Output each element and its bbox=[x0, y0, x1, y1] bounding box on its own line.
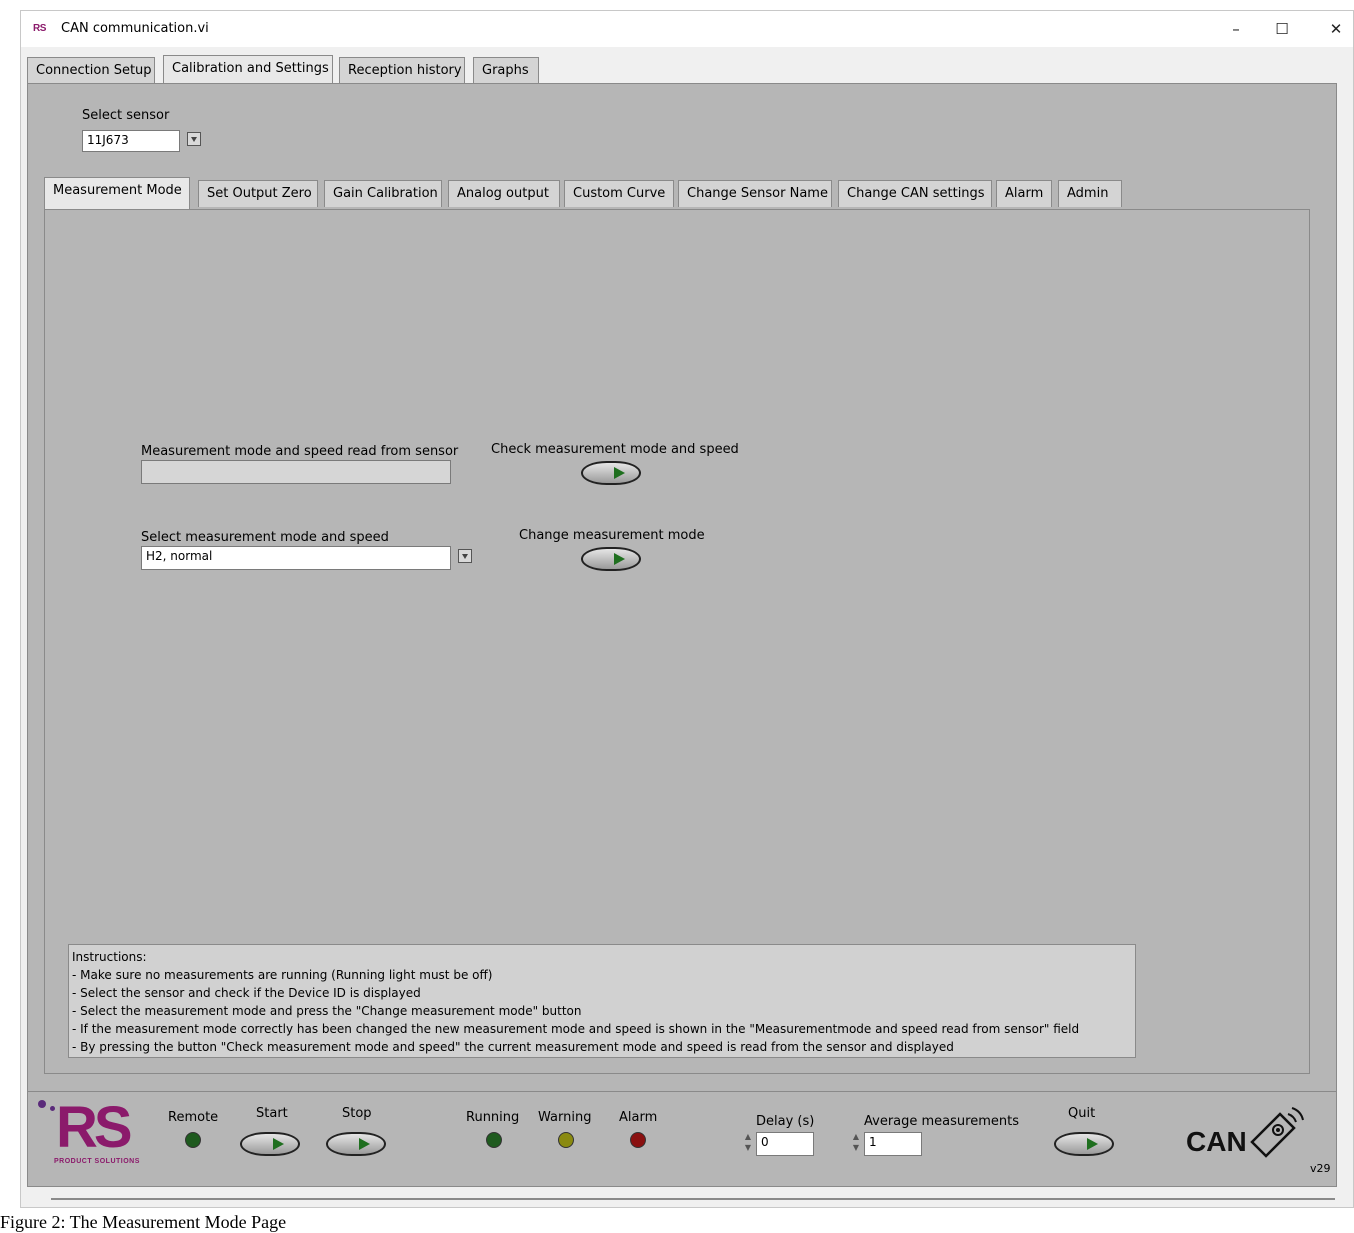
delay-label: Delay (s) bbox=[756, 1114, 815, 1129]
maximize-button[interactable]: ☐ bbox=[1267, 17, 1297, 41]
version-label: v29 bbox=[1310, 1162, 1331, 1175]
quit-label: Quit bbox=[1068, 1106, 1096, 1121]
down-arrow-icon[interactable]: ▼ bbox=[742, 1142, 754, 1153]
alarm-led bbox=[630, 1132, 646, 1148]
delay-spinner[interactable]: ▲ ▼ bbox=[742, 1131, 754, 1155]
app-icon: RS bbox=[33, 23, 46, 34]
window-title: CAN communication.vi bbox=[61, 21, 209, 36]
start-label: Start bbox=[256, 1106, 288, 1121]
instructions-line: - If the measurement mode correctly has … bbox=[72, 1022, 1080, 1036]
select-sensor-label: Select sensor bbox=[82, 108, 170, 123]
average-spinner[interactable]: ▲ ▼ bbox=[850, 1131, 862, 1155]
warning-label: Warning bbox=[538, 1110, 592, 1125]
close-button[interactable]: ✕ bbox=[1321, 17, 1351, 41]
running-led bbox=[486, 1132, 502, 1148]
play-icon bbox=[273, 1138, 284, 1150]
quit-button[interactable] bbox=[1054, 1132, 1114, 1156]
average-field[interactable]: 1 bbox=[864, 1132, 922, 1156]
mode-dropdown-arrow-icon[interactable] bbox=[458, 549, 472, 563]
instructions-box: Instructions: - Make sure no measurement… bbox=[68, 944, 1136, 1058]
bottom-control-panel: RS PRODUCT SOLUTIONS Remote Start Stop R… bbox=[27, 1091, 1337, 1187]
calibration-settings-panel: Select sensor 11J673 Measurement Mode Se… bbox=[27, 83, 1337, 1094]
tab-measurement-mode[interactable]: Measurement Mode bbox=[44, 177, 190, 209]
instructions-line: Instructions: bbox=[72, 950, 147, 964]
play-icon bbox=[359, 1138, 370, 1150]
instructions-line: - Select the measurement mode and press … bbox=[72, 1004, 582, 1018]
tab-change-sensor-name[interactable]: Change Sensor Name bbox=[678, 180, 832, 207]
can-wireless-icon bbox=[1250, 1107, 1304, 1158]
tab-connection-setup[interactable]: Connection Setup bbox=[27, 57, 155, 84]
tab-gain-calibration[interactable]: Gain Calibration bbox=[324, 180, 442, 207]
instructions-line: - Select the sensor and check if the Dev… bbox=[72, 986, 421, 1000]
warning-led bbox=[558, 1132, 574, 1148]
start-button[interactable] bbox=[240, 1132, 300, 1156]
logo-dot bbox=[38, 1100, 46, 1108]
change-mode-label: Change measurement mode bbox=[519, 528, 705, 543]
tab-change-can-settings[interactable]: Change CAN settings bbox=[838, 180, 992, 207]
sensor-dropdown-arrow-icon[interactable] bbox=[187, 132, 201, 146]
stop-button[interactable] bbox=[326, 1132, 386, 1156]
instructions-line: - By pressing the button "Check measurem… bbox=[72, 1040, 954, 1054]
tab-graphs[interactable]: Graphs bbox=[473, 57, 539, 84]
check-mode-label: Check measurement mode and speed bbox=[491, 442, 739, 457]
remote-label: Remote bbox=[168, 1110, 219, 1125]
change-mode-button[interactable] bbox=[581, 547, 641, 571]
stop-label: Stop bbox=[342, 1106, 372, 1121]
remote-led bbox=[185, 1132, 201, 1148]
logo-subtext: PRODUCT SOLUTIONS bbox=[54, 1158, 140, 1165]
play-icon bbox=[614, 467, 625, 479]
tab-reception-history[interactable]: Reception history bbox=[339, 57, 465, 84]
down-arrow-icon[interactable]: ▼ bbox=[850, 1142, 862, 1153]
app-window: RS CAN communication.vi – ☐ ✕ Connection… bbox=[20, 10, 1354, 1208]
running-label: Running bbox=[466, 1110, 520, 1125]
status-bar bbox=[51, 1198, 1335, 1200]
tab-alarm[interactable]: Alarm bbox=[996, 180, 1052, 207]
rs-logo: RS PRODUCT SOLUTIONS bbox=[38, 1095, 158, 1170]
minimize-button[interactable]: – bbox=[1221, 17, 1251, 41]
can-logo: CAN bbox=[1186, 1126, 1247, 1157]
figure-caption: Figure 2: The Measurement Mode Page bbox=[0, 1212, 287, 1232]
read-mode-field bbox=[141, 460, 451, 484]
tab-set-output-zero[interactable]: Set Output Zero bbox=[198, 180, 318, 207]
alarm-label: Alarm bbox=[619, 1110, 658, 1125]
select-mode-field[interactable]: H2, normal bbox=[141, 546, 451, 570]
up-arrow-icon[interactable]: ▲ bbox=[742, 1131, 754, 1142]
play-icon bbox=[614, 553, 625, 565]
title-bar: RS CAN communication.vi – ☐ ✕ bbox=[21, 11, 1353, 47]
play-icon bbox=[1087, 1138, 1098, 1150]
tab-admin[interactable]: Admin bbox=[1058, 180, 1122, 207]
tab-analog-output[interactable]: Analog output bbox=[448, 180, 560, 207]
logo-text: RS bbox=[56, 1095, 133, 1160]
instructions-line: - Make sure no measurements are running … bbox=[72, 968, 493, 982]
select-sensor-field[interactable]: 11J673 bbox=[82, 130, 180, 152]
up-arrow-icon[interactable]: ▲ bbox=[850, 1131, 862, 1142]
delay-field[interactable]: 0 bbox=[756, 1132, 814, 1156]
logo-dot bbox=[50, 1106, 55, 1111]
tab-calibration-settings[interactable]: Calibration and Settings bbox=[163, 55, 333, 85]
select-mode-label: Select measurement mode and speed bbox=[141, 530, 389, 545]
check-mode-button[interactable] bbox=[581, 461, 641, 485]
tab-custom-curve[interactable]: Custom Curve bbox=[564, 180, 674, 207]
average-label: Average measurements bbox=[864, 1114, 1019, 1129]
read-mode-label: Measurement mode and speed read from sen… bbox=[141, 444, 459, 459]
